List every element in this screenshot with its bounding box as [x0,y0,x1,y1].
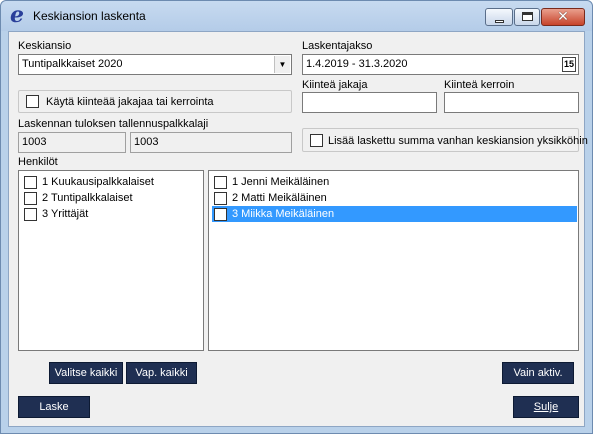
group-checkbox[interactable] [24,192,37,205]
group-label: 2 Tuntipalkkalaiset [42,192,133,204]
kiintea-jakaja-label: Kiinteä jakaja [302,79,368,91]
person-label: 3 Miikka Meikäläinen [232,208,335,220]
use-fixed-checkbox[interactable] [26,95,39,108]
person-list[interactable]: 1 Jenni Meikäläinen 2 Matti Meikäläinen … [208,170,579,351]
laskentajakso-label: Laskentajakso [302,40,373,52]
tallennus-code-field[interactable]: 1003 [18,132,126,153]
calendar-icon[interactable]: 15 [562,57,576,72]
group-list-item[interactable]: 1 Kuukausipalkkalaiset [22,174,200,190]
deselect-all-button[interactable]: Vap. kaikki [126,362,197,384]
app-window: e Keskiansion laskenta ✕ Keskiansio Tunt… [0,0,593,434]
e-app-icon: e [10,2,24,28]
title-bar[interactable]: e Keskiansion laskenta ✕ [1,1,592,31]
group-label: 1 Kuukausipalkkalaiset [42,176,154,188]
add-sum-group: Lisää laskettu summa vanhan keskiansion … [302,128,588,152]
checkmark-icon[interactable]: ✔ [214,208,227,221]
laskentajakso-value: 1.4.2019 - 31.3.2020 [306,58,408,70]
use-fixed-label: Käytä kiinteää jakajaa tai kerrointa [46,96,214,108]
kiintea-kerroin-input[interactable] [444,92,579,113]
close-icon: ✕ [557,9,569,25]
tallennus-label: Laskennan tuloksen tallennuspalkkalaji [18,118,209,130]
person-label: 1 Jenni Meikäläinen [232,176,330,188]
only-active-button[interactable]: Vain aktiv. [502,362,574,384]
person-label: 2 Matti Meikäläinen [232,192,327,204]
close-window-button[interactable]: ✕ [541,8,585,26]
maximize-button[interactable] [514,8,540,26]
select-all-button[interactable]: Valitse kaikki [49,362,123,384]
group-checkbox[interactable] [24,208,37,221]
group-list[interactable]: 1 Kuukausipalkkalaiset 2 Tuntipalkkalais… [18,170,204,351]
kiintea-jakaja-input[interactable] [302,92,437,113]
dialog-body: Keskiansio Tuntipalkkaiset 2020 ▼ Lasken… [8,31,588,427]
kiintea-kerroin-label: Kiinteä kerroin [444,79,515,91]
person-checkbox[interactable] [214,192,227,205]
person-list-item[interactable]: ✔ 3 Miikka Meikäläinen [212,206,577,222]
keskiansio-select[interactable]: Tuntipalkkaiset 2020 ▼ [18,54,292,75]
minimize-button[interactable] [485,8,513,26]
person-list-item[interactable]: 1 Jenni Meikäläinen [212,174,577,190]
person-checkbox[interactable] [214,176,227,189]
add-sum-checkbox[interactable] [310,134,323,147]
window-title: Keskiansion laskenta [33,9,146,23]
laskentajakso-field[interactable]: 1.4.2019 - 31.3.2020 15 [302,54,579,75]
use-fixed-group: Käytä kiinteää jakajaa tai kerrointa [18,90,292,113]
chevron-down-icon[interactable]: ▼ [274,56,290,73]
person-list-item[interactable]: 2 Matti Meikäläinen [212,190,577,206]
tallennus-name-field: 1003 [130,132,292,153]
calculate-button[interactable]: Laske [18,396,90,418]
add-sum-label: Lisää laskettu summa vanhan keskiansion … [328,135,588,147]
maximize-icon [522,12,533,21]
group-list-item[interactable]: 2 Tuntipalkkalaiset [22,190,200,206]
group-label: 3 Yrittäjät [42,208,89,220]
group-list-item[interactable]: 3 Yrittäjät [22,206,200,222]
keskiansio-label: Keskiansio [18,40,72,52]
group-checkbox[interactable] [24,176,37,189]
minimize-icon [495,20,504,23]
keskiansio-value: Tuntipalkkaiset 2020 [22,58,123,70]
close-button[interactable]: Sulje [513,396,579,418]
henkilot-label: Henkilöt [18,156,58,168]
